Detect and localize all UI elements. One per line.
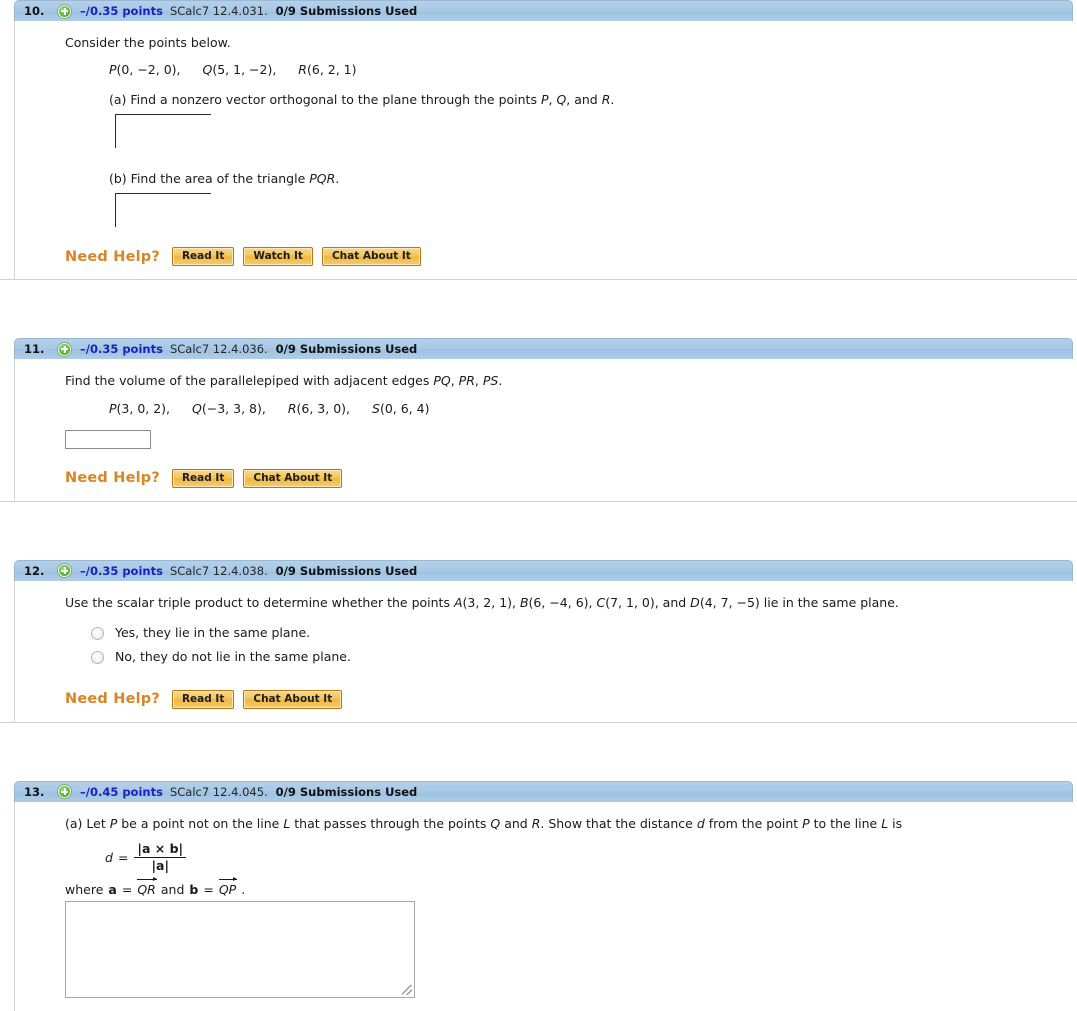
- chat-about-it-button[interactable]: Chat About It: [243, 689, 343, 709]
- expand-plus-icon[interactable]: [58, 4, 71, 18]
- where-period: .: [241, 881, 246, 897]
- point-s: S(0, 6, 4): [372, 400, 430, 416]
- submissions-used: 0/9 Submissions Used: [275, 563, 418, 578]
- read-it-button[interactable]: Read It: [171, 689, 235, 709]
- formula-fraction: |a × b| |a|: [134, 841, 187, 873]
- read-it-button[interactable]: Read It: [171, 247, 235, 267]
- point-p: P(3, 0, 2),: [109, 400, 171, 416]
- question-block-12: 12. –/0.35 points SCalc7 12.4.038. 0/9 S…: [0, 559, 1077, 781]
- need-help-label: Need Help?: [65, 691, 160, 708]
- vector-a-label: a: [108, 881, 117, 897]
- question-header-13: 13. –/0.45 points SCalc7 12.4.045. 0/9 S…: [14, 780, 1073, 802]
- need-help-label: Need Help?: [65, 248, 160, 265]
- question-body-11: Find the volume of the parallelepiped wi…: [14, 359, 1073, 501]
- expand-plus-icon[interactable]: [58, 785, 71, 799]
- vector-b-label: b: [189, 881, 199, 897]
- question-spacer: [0, 502, 1077, 560]
- vector-qp: QP: [218, 877, 238, 897]
- choice-no[interactable]: No, they do not lie in the same plane.: [91, 646, 1073, 670]
- choice-label: Yes, they lie in the same plane.: [115, 625, 311, 641]
- proof-textarea[interactable]: [65, 900, 415, 998]
- vector-a-equals: =: [121, 881, 133, 897]
- question-source-id: SCalc7 12.4.036.: [169, 342, 268, 357]
- need-help-label: Need Help?: [65, 470, 160, 487]
- radio-button-icon[interactable]: [91, 651, 104, 665]
- read-it-button[interactable]: Read It: [171, 468, 235, 488]
- formula-denominator: |a|: [151, 857, 170, 873]
- question-block-13: 13. –/0.45 points SCalc7 12.4.045. 0/9 S…: [0, 780, 1077, 1011]
- question-body-10: Consider the points below. P(0, −2, 0), Q…: [14, 21, 1073, 280]
- question-source-id: SCalc7 12.4.045.: [169, 784, 268, 799]
- distance-formula: d = |a × b| |a|: [105, 841, 1073, 873]
- point-q: Q(5, 1, −2),: [202, 62, 277, 78]
- point-q: Q(−3, 3, 8),: [192, 400, 266, 416]
- expand-plus-icon[interactable]: [58, 564, 71, 578]
- question-body-13: (a) Let P be a point not on the line L t…: [14, 801, 1073, 1011]
- part-b-container: (b) Find the area of the triangle PQR.: [65, 170, 1073, 228]
- points-label: –/0.35 points: [80, 4, 163, 18]
- points-list: P(3, 0, 2), Q(−3, 3, 8), R(6, 3, 0), S(0, 6…: [109, 401, 1073, 416]
- question-number: 11.: [24, 342, 45, 357]
- question-spacer: [0, 723, 1077, 781]
- need-help-row-12: Need Help? Read It Chat About It: [65, 689, 1073, 709]
- need-help-row-10: Need Help? Read It Watch It Chat About I…: [65, 247, 1073, 267]
- question-header-10: 10. –/0.35 points SCalc7 12.4.031. 0/9 S…: [14, 0, 1073, 21]
- homework-page: 10. –/0.35 points SCalc7 12.4.031. 0/9 S…: [0, 0, 1077, 1011]
- formula-numerator: |a × b|: [134, 841, 187, 858]
- points-label: –/0.35 points: [80, 563, 163, 578]
- point-p: P(0, −2, 0),: [109, 62, 181, 78]
- formula-equals: =: [117, 849, 129, 865]
- part-a-prompt: (a) Find a nonzero vector orthogonal to …: [109, 92, 615, 108]
- part-b-prompt: (b) Find the area of the triangle PQR.: [109, 171, 340, 187]
- points-list: P(0, −2, 0), Q(5, 1, −2), R(6, 2, 1): [109, 62, 1073, 77]
- submissions-used: 0/9 Submissions Used: [275, 4, 418, 18]
- where-prefix: where: [65, 881, 104, 897]
- resize-handle-icon[interactable]: [402, 984, 412, 995]
- expand-plus-icon[interactable]: [58, 342, 71, 356]
- vector-qr: QR: [137, 877, 157, 897]
- choice-label: No, they do not lie in the same plane.: [115, 649, 351, 665]
- question-block-10: 10. –/0.35 points SCalc7 12.4.031. 0/9 S…: [0, 0, 1077, 338]
- question-stem: Use the scalar triple product to determi…: [65, 594, 899, 610]
- question-body-12: Use the scalar triple product to determi…: [14, 580, 1073, 722]
- question-source-id: SCalc7 12.4.038.: [169, 563, 268, 578]
- question-stem: Find the volume of the parallelepiped wi…: [65, 373, 503, 389]
- formula-lhs: d: [105, 849, 113, 865]
- question-header-11: 11. –/0.35 points SCalc7 12.4.036. 0/9 S…: [14, 338, 1073, 360]
- chat-about-it-button[interactable]: Chat About It: [243, 468, 343, 488]
- where-clause: where a = QR and b = QP .: [65, 877, 1073, 897]
- question-block-11: 11. –/0.35 points SCalc7 12.4.036. 0/9 S…: [0, 338, 1077, 559]
- question-source-id: SCalc7 12.4.031.: [169, 4, 268, 18]
- question-header-12: 12. –/0.35 points SCalc7 12.4.038. 0/9 S…: [14, 559, 1073, 581]
- submissions-used: 0/9 Submissions Used: [275, 342, 418, 357]
- question-number: 10.: [24, 4, 45, 18]
- question-number: 12.: [24, 563, 45, 578]
- point-r: R(6, 3, 0),: [287, 400, 350, 416]
- submissions-used: 0/9 Submissions Used: [275, 784, 418, 799]
- choice-yes[interactable]: Yes, they lie in the same plane.: [91, 622, 1073, 646]
- volume-answer-input[interactable]: [65, 429, 151, 449]
- part-a-prompt: (a) Let P be a point not on the line L t…: [65, 815, 903, 831]
- radio-button-icon[interactable]: [91, 627, 104, 641]
- question-number: 13.: [24, 784, 45, 799]
- where-conjunction: and: [160, 881, 185, 897]
- part-a-answer-field[interactable]: [115, 114, 211, 149]
- part-b-answer-field[interactable]: [115, 193, 211, 228]
- question-stem: Consider the points below.: [65, 35, 231, 50]
- points-label: –/0.35 points: [80, 342, 163, 357]
- chat-about-it-button[interactable]: Chat About It: [321, 247, 421, 267]
- point-r: R(6, 2, 1): [298, 62, 357, 78]
- vector-b-equals: =: [203, 881, 214, 897]
- need-help-row-11: Need Help? Read It Chat About It: [65, 468, 1073, 488]
- points-label: –/0.45 points: [80, 784, 163, 799]
- question-spacer: [0, 280, 1077, 338]
- watch-it-button[interactable]: Watch It: [243, 247, 313, 267]
